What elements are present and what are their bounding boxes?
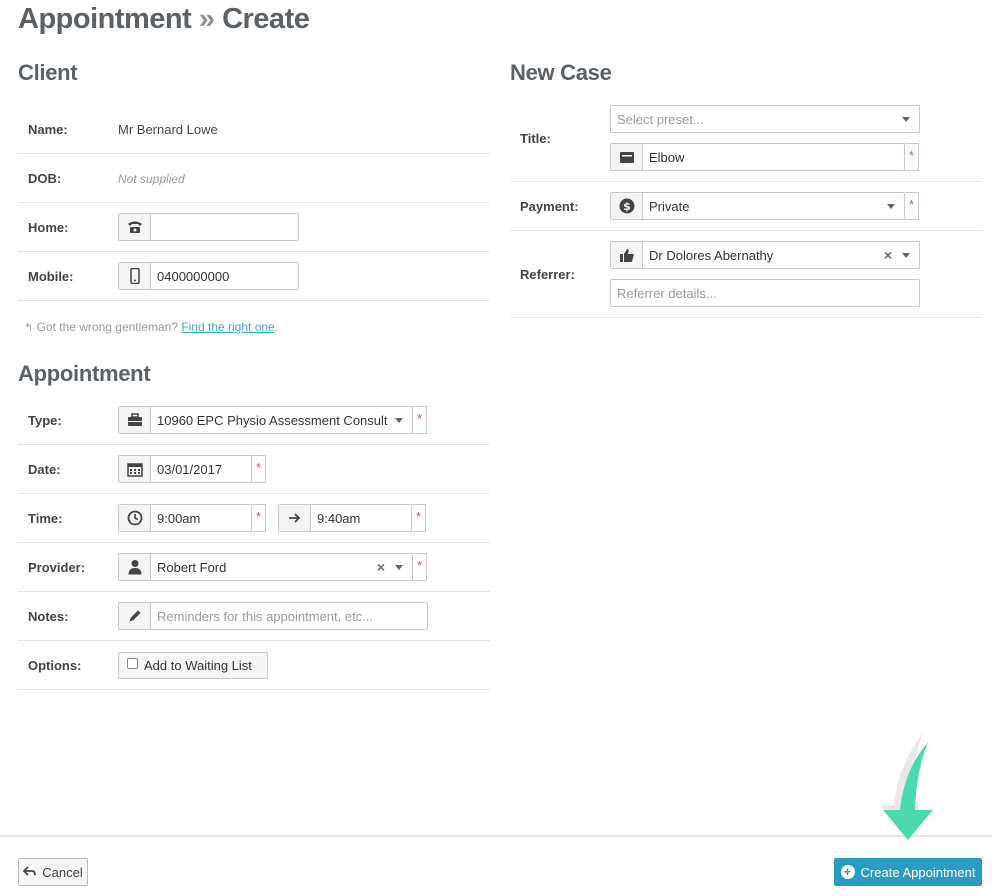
back-arrow-icon — [22, 865, 37, 880]
telephone-icon — [119, 214, 151, 240]
client-mobile-label: Mobile: — [28, 269, 74, 284]
referrer-value: Dr Dolores Abernathy — [649, 247, 774, 263]
case-title-label: Title: — [520, 131, 551, 146]
mobile-phone-icon — [119, 263, 151, 289]
folder-icon — [611, 144, 643, 170]
required-marker: * — [412, 504, 426, 532]
create-appointment-label: Create Appointment — [860, 864, 976, 880]
case-title-input[interactable]: Elbow — [643, 150, 904, 165]
chevron-down-icon[interactable] — [902, 116, 910, 122]
calendar-icon — [119, 456, 151, 482]
case-title-field[interactable]: Elbow — [610, 143, 905, 171]
required-marker: * — [252, 455, 266, 483]
end-time-field[interactable]: 9:40am — [278, 504, 412, 532]
appointment-date-input[interactable]: 03/01/2017 — [151, 462, 251, 477]
waiting-list-label: Add to Waiting List — [144, 658, 252, 673]
user-icon — [119, 554, 151, 580]
waiting-list-toggle[interactable]: Add to Waiting List — [118, 652, 268, 679]
arrow-right-icon — [279, 505, 311, 531]
thumbs-up-icon — [611, 242, 643, 268]
plus-circle-icon: + — [840, 865, 855, 879]
clock-icon — [119, 505, 151, 531]
return-arrow-icon: ↰ — [24, 322, 34, 334]
notes-input[interactable]: Reminders for this appointment, etc... — [151, 609, 427, 624]
dollar-icon: $ — [611, 193, 643, 219]
appointment-time-label: Time: — [28, 511, 63, 526]
page-title-separator: » — [198, 3, 215, 35]
notes-field[interactable]: Reminders for this appointment, etc... — [118, 602, 428, 630]
cancel-button[interactable]: Cancel — [18, 858, 88, 886]
appointment-options-label: Options: — [28, 658, 82, 673]
case-referrer-label: Referrer: — [520, 267, 575, 282]
payment-select[interactable]: $ Private — [610, 192, 905, 220]
referrer-select[interactable]: Dr Dolores Abernathy × — [610, 241, 920, 269]
clear-icon[interactable]: × — [884, 247, 892, 263]
required-marker: * — [413, 406, 427, 434]
hint-text: Got the wrong gentleman? — [36, 320, 178, 334]
chevron-down-icon[interactable] — [902, 252, 910, 258]
client-name-label: Name: — [28, 122, 68, 137]
home-phone-field[interactable] — [118, 213, 299, 241]
appointment-type-value: 10960 EPC Physio Assessment Consult — [157, 412, 388, 428]
required-marker: * — [905, 192, 919, 220]
appointment-type-select[interactable]: 10960 EPC Physio Assessment Consult — [118, 406, 413, 434]
new-case-heading: New Case — [510, 60, 612, 85]
page-title-main: Appointment — [18, 3, 192, 35]
pointer-arrow-icon — [880, 728, 936, 849]
appointment-heading: Appointment — [18, 361, 151, 386]
end-time-input[interactable]: 9:40am — [311, 511, 411, 526]
appointment-notes-label: Notes: — [28, 609, 69, 624]
appointment-date-field[interactable]: 03/01/2017 — [118, 455, 252, 483]
provider-select[interactable]: Robert Ford × — [118, 553, 413, 581]
appointment-date-label: Date: — [28, 462, 61, 477]
clear-icon[interactable]: × — [377, 559, 385, 575]
chevron-down-icon[interactable] — [395, 564, 403, 570]
hint-end: . — [274, 320, 279, 334]
footer-divider — [0, 835, 992, 837]
title-preset-placeholder: Select preset... — [617, 111, 704, 127]
briefcase-icon — [119, 407, 151, 433]
client-dob-value: Not supplied — [118, 172, 185, 186]
required-marker: * — [413, 553, 427, 581]
title-preset-select[interactable]: Select preset... — [610, 105, 920, 133]
cancel-label: Cancel — [42, 864, 83, 880]
mobile-phone-field[interactable]: 0400000000 — [118, 262, 299, 290]
start-time-field[interactable]: 9:00am — [118, 504, 252, 532]
appointment-type-label: Type: — [28, 413, 62, 428]
client-name-row — [18, 105, 490, 154]
referrer-details-field[interactable]: Referrer details... — [610, 279, 920, 307]
client-home-label: Home: — [28, 220, 69, 235]
client-heading: Client — [18, 60, 78, 85]
pencil-icon — [119, 603, 151, 629]
svg-text:$: $ — [623, 200, 631, 213]
start-time-input[interactable]: 9:00am — [151, 511, 251, 526]
find-right-client-link[interactable]: Find the right one — [181, 320, 274, 334]
client-dob-row — [18, 154, 490, 203]
client-name-value: Mr Bernard Lowe — [118, 122, 218, 137]
provider-value: Robert Ford — [157, 559, 227, 575]
create-appointment-button[interactable]: + Create Appointment — [834, 858, 982, 886]
case-payment-label: Payment: — [520, 199, 579, 214]
mobile-phone-input[interactable]: 0400000000 — [151, 269, 298, 284]
waiting-list-checkbox[interactable] — [127, 658, 138, 669]
page-title-sub: Create — [222, 3, 310, 35]
payment-value: Private — [649, 198, 690, 214]
appointment-provider-label: Provider: — [28, 560, 86, 575]
client-dob-label: DOB: — [28, 171, 62, 186]
wrong-client-hint: ↰ Got the wrong gentleman? Find the righ… — [24, 320, 278, 334]
chevron-down-icon[interactable] — [887, 203, 895, 209]
chevron-down-icon[interactable] — [395, 417, 403, 423]
referrer-details-input[interactable]: Referrer details... — [611, 286, 919, 301]
required-marker: * — [252, 504, 266, 532]
required-marker: * — [905, 143, 919, 171]
page-title: Appointment » Create — [18, 3, 310, 36]
